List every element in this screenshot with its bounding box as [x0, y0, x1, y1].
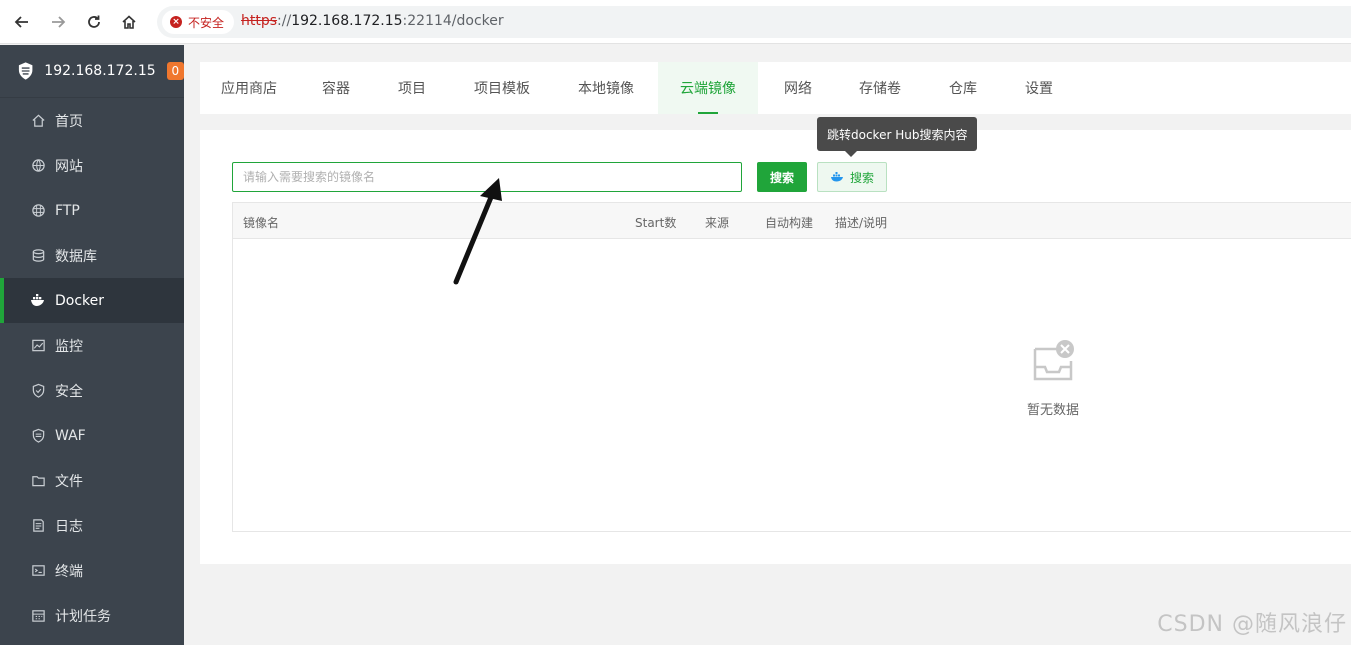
reload-icon[interactable]	[83, 11, 105, 33]
database-icon	[30, 248, 46, 264]
url-port-path: :22114/docker	[402, 13, 504, 29]
image-search-input[interactable]	[232, 162, 742, 192]
tab-0[interactable]: 应用商店	[200, 62, 298, 114]
sidebar-item-ftp[interactable]: FTP	[0, 188, 184, 233]
sidebar-item-label: FTP	[55, 202, 80, 219]
sidebar-item-label: 文件	[55, 473, 83, 490]
home-icon	[30, 113, 46, 129]
column-header-auto-build: 自动构建	[765, 216, 814, 230]
sidebar-item-网站[interactable]: 网站	[0, 143, 184, 188]
column-header-source: 来源	[705, 216, 730, 230]
server-brand[interactable]: 192.168.172.15 0	[0, 45, 184, 98]
sidebar-item-label: 安全	[55, 383, 83, 400]
sidebar: 192.168.172.15 0 首页网站 FTP 数据库 Docker 监控安全 WAF…	[0, 45, 184, 645]
tab-6[interactable]: 网络	[758, 62, 838, 114]
sidebar-item-数据库[interactable]: 数据库	[0, 233, 184, 278]
ftp-icon	[30, 203, 46, 219]
sidebar-item-label: WAF	[55, 427, 86, 444]
empty-state: 暂无数据	[1023, 339, 1083, 418]
sidebar-item-label: 计划任务	[55, 608, 111, 625]
warning-icon: ×	[170, 16, 182, 28]
tab-9[interactable]: 设置	[1004, 62, 1074, 114]
watermark: CSDN @随风浪仔	[1157, 612, 1347, 637]
sidebar-item-label: Docker	[55, 292, 105, 309]
insecure-label: 不安全	[188, 15, 225, 30]
docker-hub-tooltip: 跳转docker Hub搜索内容	[817, 117, 978, 157]
sidebar-item-docker[interactable]: Docker	[0, 278, 184, 323]
url-host: 192.168.172.15	[291, 13, 403, 29]
cloud-image-panel: 跳转docker Hub搜索内容 搜索 搜索 镜像名 Start数 来源 自动构…	[200, 117, 1351, 564]
image-table: 镜像名 Start数 来源 自动构建 描述/说明 暂无数据	[232, 202, 1351, 532]
docker-whale-icon	[830, 172, 843, 182]
sidebar-menu: 首页网站 FTP 数据库 Docker 监控安全 WAF 文件日志终端计划任务	[0, 98, 184, 638]
tab-5[interactable]: 云端镜像	[658, 62, 758, 114]
empty-text: 暂无数据	[1026, 403, 1079, 418]
terminal-icon	[30, 563, 46, 579]
tab-1[interactable]: 容器	[298, 62, 374, 114]
sidebar-item-label: 网站	[55, 158, 83, 175]
folder-icon	[30, 473, 46, 489]
docker-icon	[30, 293, 46, 309]
calendar-icon	[30, 608, 46, 624]
docker-tabs: 应用商店 容器 项目 项目模板 本地镜像 云端镜像 网络 存储卷 仓库 设置	[200, 62, 1351, 114]
tab-3[interactable]: 项目模板	[450, 62, 554, 114]
waf-icon	[30, 428, 46, 444]
panel-logo-icon	[18, 62, 33, 80]
forward-arrow-icon[interactable]	[47, 11, 69, 33]
tab-2[interactable]: 项目	[374, 62, 450, 114]
log-icon	[30, 518, 46, 534]
column-header-name: 镜像名	[243, 216, 280, 230]
column-header-stars: Start数	[635, 216, 677, 230]
search-button[interactable]: 搜索	[757, 162, 807, 192]
column-header-description: 描述/说明	[835, 216, 888, 230]
sidebar-item-label: 数据库	[55, 248, 97, 265]
sidebar-item-label: 监控	[55, 338, 83, 355]
url-sep: ://	[277, 13, 292, 29]
sidebar-item-安全[interactable]: 安全	[0, 368, 184, 413]
sidebar-item-label: 终端	[55, 563, 83, 580]
browser-toolbar: × 不安全 https://192.168.172.15:22114/docke…	[0, 0, 1351, 44]
back-arrow-icon[interactable]	[11, 11, 33, 33]
table-header: 镜像名 Start数 来源 自动构建 描述/说明	[233, 203, 1351, 239]
sidebar-item-计划任务[interactable]: 计划任务	[0, 593, 184, 638]
monitor-icon	[30, 338, 46, 354]
tab-7[interactable]: 存储卷	[838, 62, 922, 114]
security-chip[interactable]: × 不安全	[162, 10, 235, 34]
globe-icon	[30, 158, 46, 174]
notification-badge[interactable]: 0	[166, 62, 184, 80]
url-text[interactable]: https://192.168.172.15:22114/docker	[241, 13, 504, 29]
sidebar-item-文件[interactable]: 文件	[0, 458, 184, 503]
sidebar-item-label: 首页	[55, 113, 83, 130]
url-scheme: https	[241, 13, 278, 29]
sidebar-item-waf[interactable]: WAF	[0, 413, 184, 458]
tab-8[interactable]: 仓库	[922, 62, 1004, 114]
server-host: 192.168.172.15	[44, 63, 156, 79]
address-bar[interactable]: × 不安全 https://192.168.172.15:22114/docke…	[157, 6, 1351, 38]
sidebar-item-label: 日志	[55, 518, 83, 535]
empty-box-icon	[1033, 340, 1074, 381]
sidebar-item-首页[interactable]: 首页	[0, 98, 184, 143]
docker-hub-search-button[interactable]: 搜索	[817, 162, 887, 192]
tab-4[interactable]: 本地镜像	[554, 62, 658, 114]
sidebar-item-监控[interactable]: 监控	[0, 323, 184, 368]
sidebar-item-日志[interactable]: 日志	[0, 503, 184, 548]
docker-hub-search-label: 搜索	[849, 170, 874, 185]
sidebar-item-终端[interactable]: 终端	[0, 548, 184, 593]
home-page-icon[interactable]	[118, 11, 140, 33]
shield-icon	[30, 383, 46, 399]
